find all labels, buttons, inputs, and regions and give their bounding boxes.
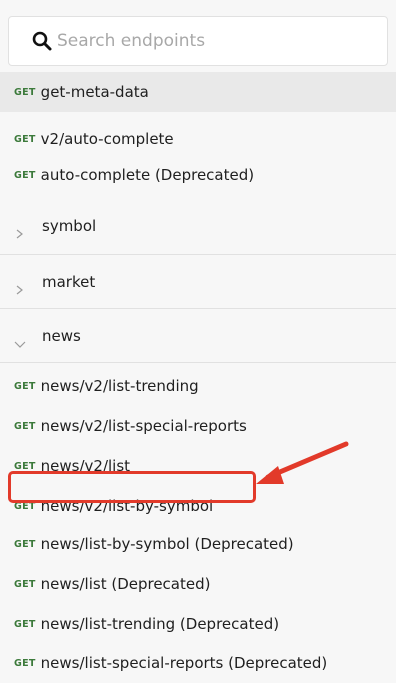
method-badge: GET	[14, 618, 36, 630]
endpoint-item-news-list-special-reports[interactable]: GET news/list-special-reports (Deprecate…	[0, 643, 396, 683]
endpoint-item-news-v2-list-by-symbol[interactable]: GET news/v2/list-by-symbol	[0, 487, 396, 525]
endpoint-label: news/v2/list-trending	[40, 377, 199, 395]
endpoint-label: auto-complete (Deprecated)	[40, 166, 255, 184]
chevron-right-icon	[14, 226, 26, 239]
endpoint-label: v2/auto-complete	[40, 130, 174, 148]
search-input[interactable]	[57, 26, 357, 56]
method-badge: GET	[14, 538, 36, 550]
method-badge: GET	[14, 133, 36, 145]
method-badge: GET	[14, 380, 36, 392]
group-news[interactable]: news	[0, 308, 396, 363]
chevron-right-icon	[14, 282, 26, 294]
endpoint-label: news/list-by-symbol (Deprecated)	[40, 535, 294, 553]
endpoint-label: get-meta-data	[40, 83, 149, 101]
method-badge: GET	[14, 578, 36, 590]
group-label: market	[42, 272, 96, 291]
endpoint-label: news/list-special-reports (Deprecated)	[40, 654, 328, 672]
endpoint-label: news/v2/list-special-reports	[40, 417, 247, 435]
endpoint-item-news-list[interactable]: GET news/list (Deprecated)	[0, 563, 396, 605]
endpoint-item-news-v2-list-trending[interactable]: GET news/v2/list-trending	[0, 365, 396, 407]
endpoint-list: GET get-meta-data GET v2/auto-complete G…	[0, 72, 396, 683]
endpoint-label: news/v2/list	[40, 457, 131, 475]
endpoint-item-auto-complete[interactable]: GET auto-complete (Deprecated)	[0, 166, 396, 198]
group-symbol[interactable]: symbol	[0, 198, 396, 254]
group-label: symbol	[42, 217, 97, 235]
endpoint-item-get-meta-data[interactable]: GET get-meta-data	[0, 72, 396, 112]
method-badge: GET	[14, 170, 36, 181]
method-badge: GET	[14, 500, 36, 512]
method-badge: GET	[14, 420, 36, 432]
method-badge: GET	[14, 86, 36, 98]
endpoint-item-news-list-trending[interactable]: GET news/list-trending (Deprecated)	[0, 605, 396, 643]
group-label: news	[42, 326, 81, 345]
search-bar	[0, 0, 396, 72]
chevron-down-icon	[14, 336, 26, 348]
method-badge: GET	[14, 460, 36, 472]
search-box[interactable]	[8, 16, 388, 66]
endpoint-label: news/v2/list-by-symbol	[40, 497, 214, 515]
endpoint-label: news/list-trending (Deprecated)	[40, 615, 280, 633]
endpoint-item-news-list-by-symbol[interactable]: GET news/list-by-symbol (Deprecated)	[0, 525, 396, 563]
group-market[interactable]: market	[0, 254, 396, 308]
endpoint-item-v2-auto-complete[interactable]: GET v2/auto-complete	[0, 112, 396, 166]
endpoint-label: news/list (Deprecated)	[40, 575, 211, 593]
search-icon	[31, 30, 53, 52]
method-badge: GET	[14, 657, 36, 669]
annotation-arrow-icon	[256, 441, 349, 484]
